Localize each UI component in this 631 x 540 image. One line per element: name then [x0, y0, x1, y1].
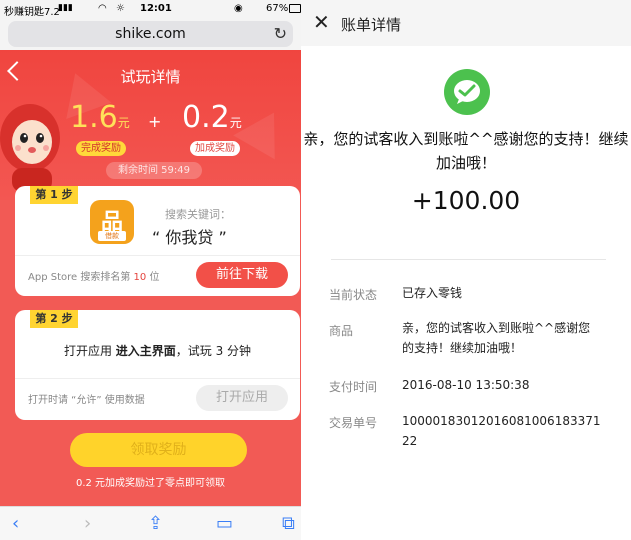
main-reward-unit: 元 [117, 116, 130, 130]
page-title: 试玩详情 [120, 68, 181, 86]
keyword-label: 搜索关键词： [165, 208, 231, 221]
tabs-icon[interactable]: ⧉ [282, 513, 295, 534]
keyword-value: “ 你我贷 ” [152, 228, 227, 247]
allow-data-note: 打开时请 “允许” 使用数据 [28, 395, 145, 406]
bonus-reward-unit: 元 [229, 116, 242, 130]
product-label: 商品 [329, 324, 354, 338]
mascot-illustration [0, 104, 60, 192]
battery-icon [289, 4, 301, 13]
app-icon-subtext: 借款 [98, 231, 126, 241]
card-divider [15, 378, 300, 379]
status-label: 当前状态 [329, 288, 378, 302]
bill-title: 账单详情 [341, 16, 402, 34]
rank-prefix: App Store 搜索排名第 [28, 272, 131, 283]
brightness-icon: ☼ [116, 3, 125, 14]
bonus-reward: 0.2元 [182, 100, 242, 135]
download-button[interactable]: 前往下载 [196, 262, 288, 288]
bill-amount: +100.00 [411, 186, 521, 215]
open-app-button[interactable]: 打开应用 [196, 385, 288, 411]
product-value: 亲，您的试客收入到账啦^^感谢您的支持！继续加油哦！ [402, 321, 591, 355]
main-reward: 1.6元 [70, 100, 130, 135]
wechat-pay-icon [444, 69, 490, 115]
pay-time-value: 2016-08-10 13:50:38 [402, 378, 530, 392]
bookmarks-icon[interactable]: ▭ [216, 513, 233, 534]
app-icon[interactable]: 品 借款 [90, 200, 134, 244]
back-nav-icon[interactable]: ‹ [12, 513, 19, 534]
bonus-reward-tag: 加成奖励 [190, 141, 240, 156]
bonus-note: 0.2 元加成奖励过了零点即可领取 [75, 478, 226, 489]
trial-detail-screen: 秒赚钥匙7.2 12:01 67% ▮▮▮ ◠ ☼ ◉ shike.com ↻ … [0, 0, 301, 540]
step1-badge: 第 1 步 [30, 186, 78, 204]
bill-divider [331, 259, 606, 260]
plus-sign: + [148, 112, 162, 131]
browser-address-area: shike.com ↻ [0, 18, 301, 50]
browser-toolbar: ‹ › ⇪ ▭ ⧉ [0, 506, 301, 540]
pay-time-label: 支付时间 [329, 380, 378, 394]
bonus-reward-value: 0.2 [182, 100, 230, 135]
transaction-id-value: 10000183012016081006183371 22 [402, 414, 601, 448]
battery-level: 67% [266, 3, 289, 14]
lock-rotation-icon: ◉ [234, 3, 243, 14]
status-value: 已存入零钱 [402, 286, 463, 300]
countdown-timer: 剩余时间 59:49 [106, 162, 202, 179]
transaction-id-label: 交易单号 [329, 416, 378, 430]
search-rank: App Store 搜索排名第 10 位 [28, 268, 159, 283]
instruction-pre: 打开应用 [63, 344, 112, 358]
status-bar: 秒赚钥匙7.2 12:01 67% ▮▮▮ ◠ ☼ ◉ [0, 0, 301, 18]
instruction-bold: 进入主界面 [115, 344, 176, 358]
bill-detail-screen: ✕ 账单详情 亲，您的试客收入到账啦^^感谢您的支持！继续加油哦！ +100.0… [301, 0, 631, 540]
rank-number: 10 [133, 272, 147, 283]
clock: 12:01 [140, 3, 172, 14]
step2-badge: 第 2 步 [30, 310, 78, 328]
claim-reward-button[interactable]: 领取奖励 [70, 433, 247, 467]
carrier-label: 秒赚钥匙7.2 [4, 7, 60, 18]
main-reward-value: 1.6 [70, 100, 118, 135]
bill-message: 亲，您的试客收入到账啦^^感谢您的支持！继续加油哦！ [303, 130, 629, 172]
instruction-post: ，试玩 3 分钟 [175, 344, 252, 358]
close-icon[interactable]: ✕ [313, 10, 330, 34]
card-divider [15, 255, 300, 256]
address-bar[interactable]: shike.com ↻ [8, 21, 293, 47]
reload-icon[interactable]: ↻ [274, 24, 287, 43]
forward-nav-icon[interactable]: › [84, 513, 91, 534]
share-icon[interactable]: ⇪ [148, 513, 163, 534]
main-reward-tag: 完成奖励 [76, 141, 126, 156]
step2-instruction: 打开应用 进入主界面，试玩 3 分钟 [15, 342, 300, 359]
deco-triangle [233, 100, 295, 160]
wifi-icon: ◠ [98, 3, 107, 14]
url-text: shike.com [115, 26, 186, 42]
signal-icon: ▮▮▮ [58, 3, 73, 13]
rank-suffix: 位 [149, 272, 160, 283]
